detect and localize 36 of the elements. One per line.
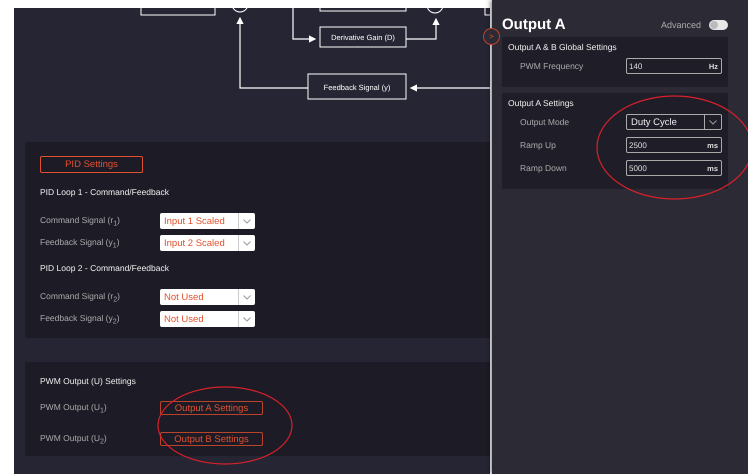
field-label: Ramp Down (520, 163, 568, 173)
advanced-toggle[interactable] (709, 20, 728, 30)
output-settings-button[interactable]: Output B Settings (160, 432, 263, 446)
section-heading: PID Loop 1 - Command/Feedback (40, 187, 170, 197)
section-heading: PID Loop 2 - Command/Feedback (40, 263, 170, 273)
chevron-down-icon (243, 240, 251, 246)
output-settings-button[interactable]: Output A Settings (160, 401, 263, 415)
field-label: PWM Output (U$_{1}$) (40, 402, 108, 414)
field-label: Feedback Signal (y$_{1}$) (40, 236, 121, 250)
field-label: Command Signal (r$_{2}$) (40, 290, 122, 304)
connector-arrow (406, 18, 440, 40)
field-label: Command Signal (r$_{1}$) (40, 214, 122, 228)
chevron-down-icon (243, 218, 251, 224)
collapse-button[interactable]: > (483, 28, 500, 45)
field-label: PWM Output (U$_{2}$) (40, 432, 108, 446)
summing-junction (232, 8, 248, 12)
chevron-down-icon (243, 316, 251, 322)
chevron-down-icon (243, 294, 251, 300)
field-label: Output Mode (520, 117, 570, 127)
signal-dropdown[interactable]: Not Used (160, 289, 255, 305)
bracket-line (484, 8, 490, 16)
chevron-down-icon (709, 120, 717, 124)
section-heading: PWM Output (U) Settings (40, 376, 137, 386)
field-label: Ramp Up (520, 140, 557, 150)
mode-dropdown[interactable]: Duty Cycle (626, 114, 722, 130)
pid-settings-button[interactable]: PID Settings (40, 156, 143, 173)
field-label: PWM Frequency (520, 61, 584, 71)
section-heading: Output A Settings (508, 98, 575, 108)
panel-title: Output A (502, 16, 567, 33)
toggle-label: Advanced (660, 20, 701, 30)
summing-junction (426, 8, 444, 14)
section-heading: Output A & B Global Settings (508, 42, 618, 52)
signal-dropdown[interactable]: Input 1 Scaled (160, 213, 255, 229)
signal-dropdown[interactable]: Input 2 Scaled (160, 235, 255, 251)
signal-dropdown[interactable]: Not Used (160, 311, 255, 327)
field-label: Feedback Signal (y$_{2}$) (40, 312, 121, 326)
